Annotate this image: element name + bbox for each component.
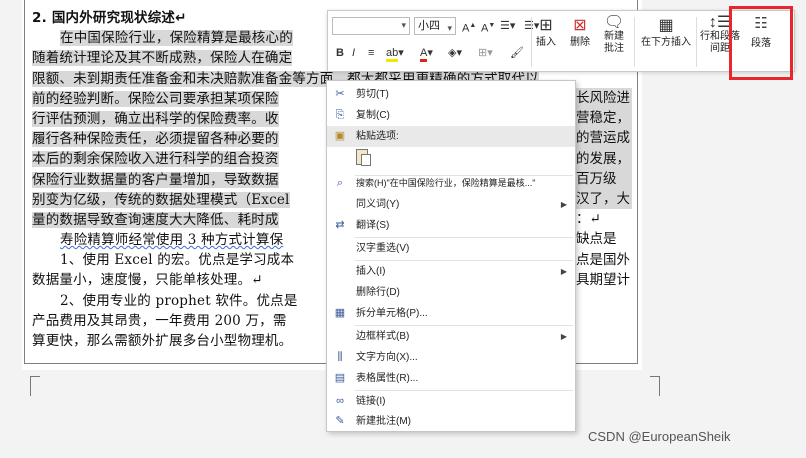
shading-icon[interactable]: ◈▾ <box>448 46 462 60</box>
new-comment-button[interactable]: 🗨 新建 批注 <box>594 15 634 55</box>
menu-item-text-direction[interactable]: ⫼ 文字方向(X)... <box>327 347 575 368</box>
text-line: 行评估预测，确立出科学的保险费率。收 <box>32 110 279 127</box>
format-painter-icon[interactable]: 🖌 <box>510 46 524 60</box>
font-size-value: 小四 <box>418 20 440 32</box>
paragraph-button[interactable]: ☷ 段落 <box>739 14 783 49</box>
menu-item-copy[interactable]: ⎘ 复制(C) <box>327 105 575 126</box>
text-line: 在中国保险行业，保险精算是最核心的 <box>60 30 293 47</box>
menu-item-insert[interactable]: 插入(I) ▶ <box>327 261 575 282</box>
chevron-right-icon: ▶ <box>560 332 567 341</box>
paste-keep-text-only-button[interactable] <box>353 147 375 171</box>
font-color-icon[interactable]: A▾ <box>420 46 433 62</box>
text-line: 随着统计理论及其不断成熟，保险人在确定 <box>32 50 293 67</box>
text-fragment: 缺点是 <box>576 231 617 248</box>
context-menu: ✂ 剪切(T) ⎘ 复制(C) ▣ 粘贴选项: ⌕ 搜索(H)"在中国保险行业，… <box>326 80 576 432</box>
menu-item-reconvert[interactable]: 汉字重选(V) <box>327 238 575 259</box>
toolbar-separator <box>634 17 635 67</box>
text-fragment: 的营运成 <box>576 128 632 149</box>
text-line: 别变为亿级，传统的数据处理模式（Excel <box>32 191 290 208</box>
paragraph-icon: ☷ <box>754 15 768 32</box>
menu-item-delete-row[interactable]: 删除行(D) <box>327 282 575 303</box>
copy-icon: ⎘ <box>335 109 345 121</box>
highlight-icon[interactable]: ab▾ <box>386 46 404 62</box>
chevron-down-icon: ▾ <box>447 23 452 33</box>
bullets-icon[interactable]: ☰▾ <box>500 19 515 33</box>
text-fragment: 百万级 <box>576 168 632 189</box>
grow-font-icon[interactable]: A▲ <box>462 19 476 36</box>
paste-icon: ▣ <box>334 130 346 142</box>
text-line: 保险行业数据量的客户量增加，导致数据 <box>32 171 279 188</box>
table-properties-icon: ▤ <box>334 372 346 384</box>
insert-below-button[interactable]: ▦ 在下方插入 <box>638 15 694 49</box>
comment-add-icon: 🗨 <box>603 14 625 31</box>
page-corner-mark <box>30 376 40 396</box>
page-corner-mark <box>650 376 660 396</box>
center-align-icon[interactable]: ≡ <box>368 46 374 60</box>
chevron-down-icon: ▾ <box>401 20 406 30</box>
menu-item-new-comment[interactable]: ✎ 新建批注(M) <box>327 411 575 432</box>
menu-item-cut[interactable]: ✂ 剪切(T) <box>327 84 575 105</box>
split-cells-icon: ▦ <box>334 307 346 319</box>
text-direction-icon: ⫼ <box>337 351 343 363</box>
text-line: 前的经验判断。保险公司要承担某项保险 <box>32 90 279 107</box>
text-fragment: 点是国外 <box>576 251 630 268</box>
mini-toolbar: ▾ 小四 ▾ A▲ A▼ ☰▾ ☰▾ B I ≡ ab▾ A▾ ◈▾ ⊞▾ 🖌 … <box>327 10 795 72</box>
chevron-right-icon: ▶ <box>560 200 567 209</box>
translate-icon: ⇄ <box>335 219 345 231</box>
text-fragment: ：↵ <box>576 211 601 228</box>
text-line: 本后的剩余保险收入进行科学的组合投资 <box>32 151 279 168</box>
shrink-font-icon[interactable]: A▼ <box>481 19 495 36</box>
text-fragment: 营稳定， <box>576 108 632 129</box>
borders-icon[interactable]: ⊞▾ <box>478 46 493 60</box>
menu-item-border-styles[interactable]: 边框样式(B) ▶ <box>327 326 575 347</box>
menu-item-table-properties[interactable]: ▤ 表格属性(R)... <box>327 368 575 389</box>
menu-item-search[interactable]: ⌕ 搜索(H)"在中国保险行业，保险精算是最核..." <box>327 173 575 194</box>
chevron-right-icon: ▶ <box>560 267 567 276</box>
text-line: 履行各种保险责任，必须提留各种必要的 <box>32 131 279 148</box>
text-fragment: 具期望计 <box>576 271 630 288</box>
watermark: CSDN @EuropeanSheik <box>588 429 731 444</box>
text-fragment: 的发展， <box>576 148 632 169</box>
menu-item-link[interactable]: ∞ 链接(I) <box>327 391 575 412</box>
font-name-select[interactable]: ▾ <box>332 17 410 35</box>
menu-item-synonyms[interactable]: 同义词(Y) ▶ <box>327 194 575 215</box>
text-fragment: 汉了，大 <box>576 188 632 210</box>
link-icon: ∞ <box>336 395 344 407</box>
italic-icon[interactable]: I <box>352 46 355 60</box>
text-line: 寿险精算师经常使用 3 种方式计算保 <box>60 232 284 249</box>
insert-below-icon: ▦ <box>658 17 674 34</box>
font-size-select[interactable]: 小四 ▾ <box>414 17 456 35</box>
scissors-icon: ✂ <box>335 88 345 100</box>
menu-item-split-cells[interactable]: ▦ 拆分单元格(P)... <box>327 303 575 324</box>
bold-icon[interactable]: B <box>336 46 344 60</box>
comment-icon: ✎ <box>335 415 345 427</box>
search-icon: ⌕ <box>336 177 344 189</box>
text-line: 量的数据导致查询速度大大降低、耗时成 <box>32 211 279 228</box>
menu-item-paste-options: ▣ 粘贴选项: <box>327 126 575 147</box>
text-fragment: 长风险进 <box>576 88 632 109</box>
menu-item-translate[interactable]: ⇄ 翻译(S) <box>327 215 575 236</box>
